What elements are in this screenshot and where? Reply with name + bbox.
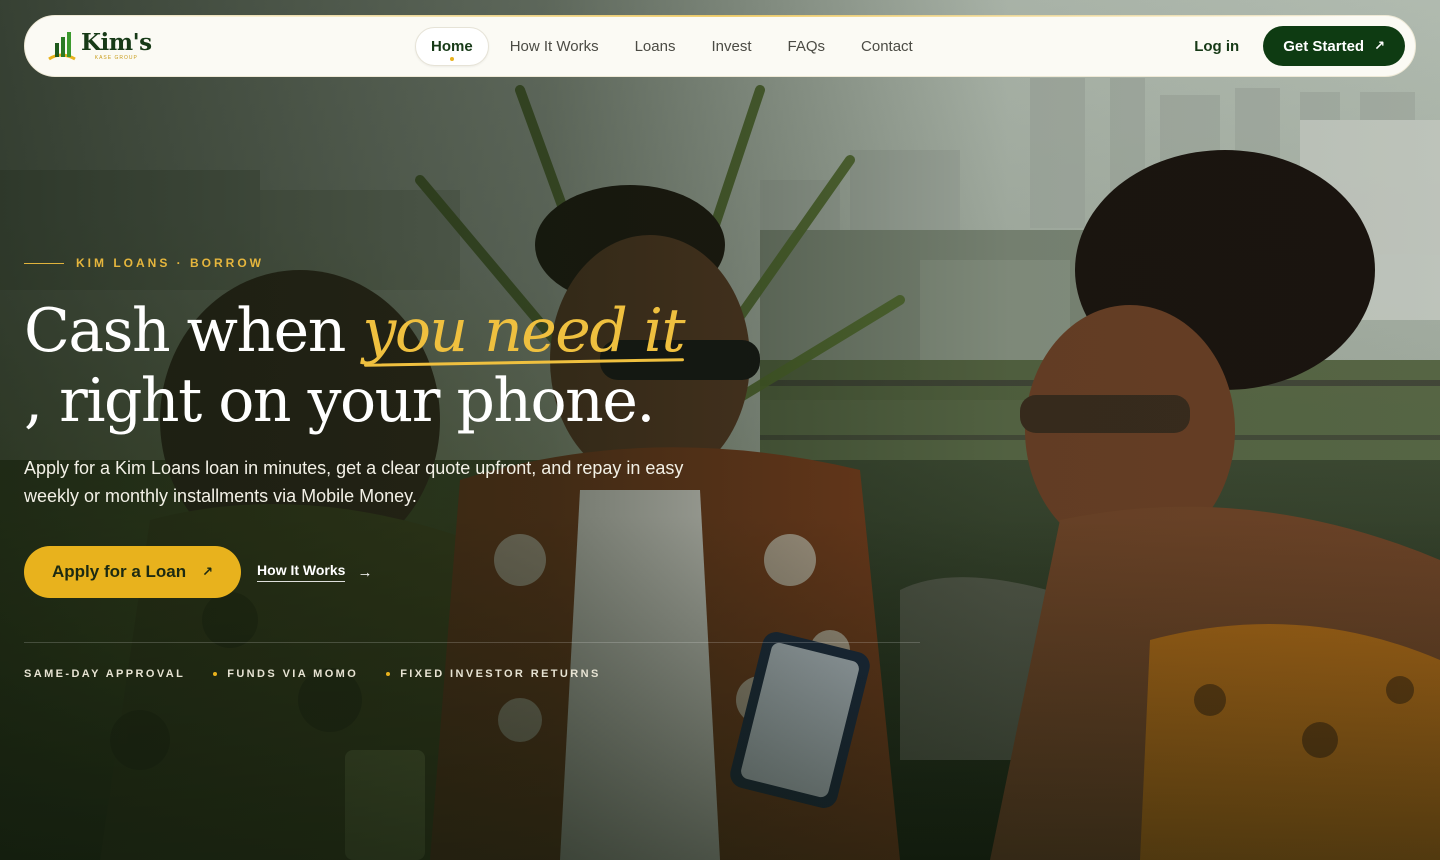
- nav-item-how-it-works[interactable]: How It Works: [495, 28, 614, 65]
- active-indicator: [449, 57, 454, 61]
- nav-item-label: Contact: [861, 38, 913, 55]
- feature-label: FUNDS VIA MOMO: [227, 668, 359, 680]
- how-it-works-label: How It Works: [257, 562, 346, 582]
- page: Kim's KASE GROUP Home How It Works Loans…: [0, 0, 1440, 860]
- feature-item: FIXED INVESTOR RETURNS: [386, 668, 601, 680]
- bullet-icon: [386, 672, 391, 676]
- arrow-right-icon: →: [357, 563, 373, 581]
- feature-label: SAME-DAY APPROVAL: [24, 668, 186, 680]
- nav-item-home[interactable]: Home: [415, 27, 489, 66]
- nav-item-invest[interactable]: Invest: [696, 28, 766, 65]
- nav-item-contact[interactable]: Contact: [846, 28, 928, 65]
- feature-item: FUNDS VIA MOMO: [213, 668, 358, 680]
- hero-description: Apply for a Kim Loans loan in minutes, g…: [24, 458, 684, 506]
- header-actions: Log in Get Started ↗: [1194, 26, 1405, 66]
- headline-plain: Cash when: [24, 296, 363, 366]
- brand-name: Kim's: [81, 29, 152, 56]
- bullet-icon: [213, 672, 218, 676]
- hero-ctas: Apply for a Loan ↗ How It Works →: [24, 546, 924, 598]
- brand-subtitle: KASE GROUP: [94, 55, 138, 61]
- nav-item-label: Loans: [634, 38, 676, 55]
- feature-label: FIXED INVESTOR RETURNS: [400, 668, 601, 680]
- arrow-up-right-icon: ↗: [202, 564, 214, 579]
- nav-item-label: FAQs: [787, 38, 826, 55]
- eyebrow-text: KIM LOANS · BORROW: [76, 256, 264, 270]
- nav-item-faqs[interactable]: FAQs: [773, 28, 841, 65]
- arrow-up-right-icon: ↗: [1374, 38, 1385, 53]
- hero-divider: [24, 642, 920, 643]
- brand-logo[interactable]: Kim's KASE GROUP: [47, 26, 152, 66]
- eyebrow-line: [24, 262, 64, 264]
- logo-mark-icon: [48, 32, 76, 61]
- headline-accent: you need it: [362, 296, 685, 366]
- hero-eyebrow: KIM LOANS · BORROW: [24, 256, 924, 270]
- nav-item-loans[interactable]: Loans: [620, 28, 691, 65]
- get-started-button[interactable]: Get Started ↗: [1263, 26, 1405, 66]
- main-nav: Home How It Works Loans Invest FAQs Cont…: [415, 27, 928, 66]
- feature-item: SAME-DAY APPROVAL: [24, 668, 185, 680]
- headline-line-2: , right on your phone.: [24, 366, 655, 436]
- hero-content: KIM LOANS · BORROW Cash when you need it…: [24, 250, 924, 680]
- hero-headline: Cash when you need it , right on your ph…: [24, 296, 924, 436]
- feature-list: SAME-DAY APPROVAL FUNDS VIA MOMO FIXED I…: [24, 668, 924, 680]
- nav-item-label: Invest: [711, 38, 752, 55]
- get-started-label: Get Started: [1283, 37, 1365, 55]
- apply-for-loan-button[interactable]: Apply for a Loan ↗: [24, 546, 242, 598]
- nav-item-label: How It Works: [509, 38, 599, 55]
- nav-item-label: Home: [431, 38, 473, 55]
- apply-label: Apply for a Loan: [52, 562, 187, 581]
- login-link[interactable]: Log in: [1194, 38, 1239, 55]
- how-it-works-link[interactable]: How It Works →: [257, 562, 372, 582]
- headline-line-1: Cash when you need it: [24, 296, 924, 366]
- site-header: Kim's KASE GROUP Home How It Works Loans…: [24, 15, 1416, 77]
